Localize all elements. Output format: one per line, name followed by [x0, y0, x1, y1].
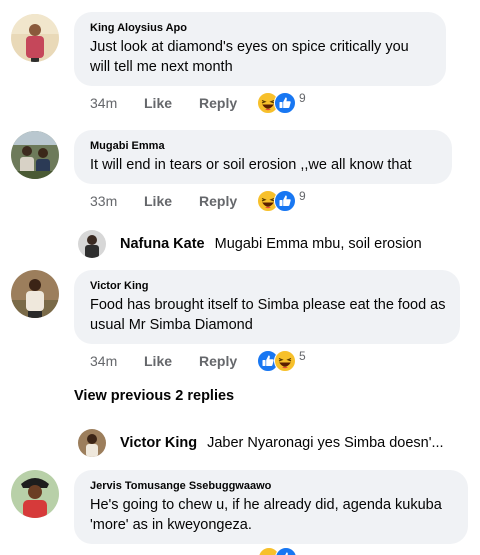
reaction-summary[interactable]	[258, 547, 297, 555]
profile-photo	[11, 470, 59, 518]
avatar[interactable]	[11, 14, 59, 62]
profile-photo	[78, 429, 106, 457]
comment-text: Just look at diamond's eyes on spice cri…	[90, 39, 409, 75]
comment-actions: 34m Like Reply 5	[90, 349, 306, 372]
like-icon	[274, 190, 296, 212]
haha-icon	[274, 350, 296, 372]
comment-actions	[258, 547, 297, 555]
avatar[interactable]	[11, 470, 59, 518]
reply-author[interactable]: Nafuna Kate	[120, 236, 205, 252]
profile-photo	[78, 230, 106, 258]
reply-preview[interactable]: Victor King Jaber Nyaronagi yes Simba do…	[78, 428, 444, 458]
view-previous-replies-link[interactable]: View previous 2 replies	[74, 388, 234, 404]
comment-author[interactable]: King Aloysius Apo	[90, 21, 432, 35]
reaction-summary[interactable]: 5	[257, 349, 306, 372]
comment-author[interactable]: Jervis Tomusange Ssebuggwaawo	[90, 479, 454, 493]
comment-author[interactable]: Victor King	[90, 279, 446, 293]
comment-text: He's going to chew u, if he already did,…	[90, 497, 442, 533]
reply-button[interactable]: Reply	[199, 353, 257, 369]
reaction-summary[interactable]: 9	[257, 91, 306, 114]
comment-author[interactable]: Mugabi Emma	[90, 139, 438, 153]
reply-text: Mugabi Emma mbu, soil erosion	[214, 236, 422, 252]
avatar[interactable]	[11, 131, 59, 179]
reaction-count: 5	[299, 349, 306, 363]
reply-text: Jaber Nyaronagi yes Simba doesn'...	[207, 435, 444, 451]
comment-time[interactable]: 33m	[90, 193, 144, 209]
profile-photo	[11, 131, 59, 179]
like-button[interactable]: Like	[144, 95, 199, 111]
like-icon	[274, 92, 296, 114]
like-icon	[275, 547, 297, 555]
comment-actions: 34m Like Reply 9	[90, 91, 306, 114]
reply-button[interactable]: Reply	[199, 95, 257, 111]
comment-text: It will end in tears or soil erosion ,,w…	[90, 157, 412, 173]
like-button[interactable]: Like	[144, 193, 199, 209]
reply-author[interactable]: Victor King	[120, 435, 197, 451]
comment-bubble: Jervis Tomusange Ssebuggwaawo He's going…	[74, 470, 468, 544]
avatar[interactable]	[78, 429, 106, 457]
comment-time[interactable]: 34m	[90, 95, 144, 111]
reaction-count: 9	[299, 91, 306, 105]
reaction-count: 9	[299, 189, 306, 203]
comment-bubble: Mugabi Emma It will end in tears or soil…	[74, 130, 452, 184]
reaction-summary[interactable]: 9	[257, 189, 306, 212]
comment-actions: 33m Like Reply 9	[90, 189, 306, 212]
comment-time[interactable]: 34m	[90, 353, 144, 369]
avatar[interactable]	[78, 230, 106, 258]
profile-photo	[11, 14, 59, 62]
like-button[interactable]: Like	[144, 353, 199, 369]
profile-photo	[11, 270, 59, 318]
reply-preview[interactable]: Nafuna Kate Mugabi Emma mbu, soil erosio…	[78, 229, 422, 259]
comment-text: Food has brought itself to Simba please …	[90, 297, 446, 333]
avatar[interactable]	[11, 270, 59, 318]
reply-button[interactable]: Reply	[199, 193, 257, 209]
comment-bubble: Victor King Food has brought itself to S…	[74, 270, 460, 344]
comment-bubble: King Aloysius Apo Just look at diamond's…	[74, 12, 446, 86]
